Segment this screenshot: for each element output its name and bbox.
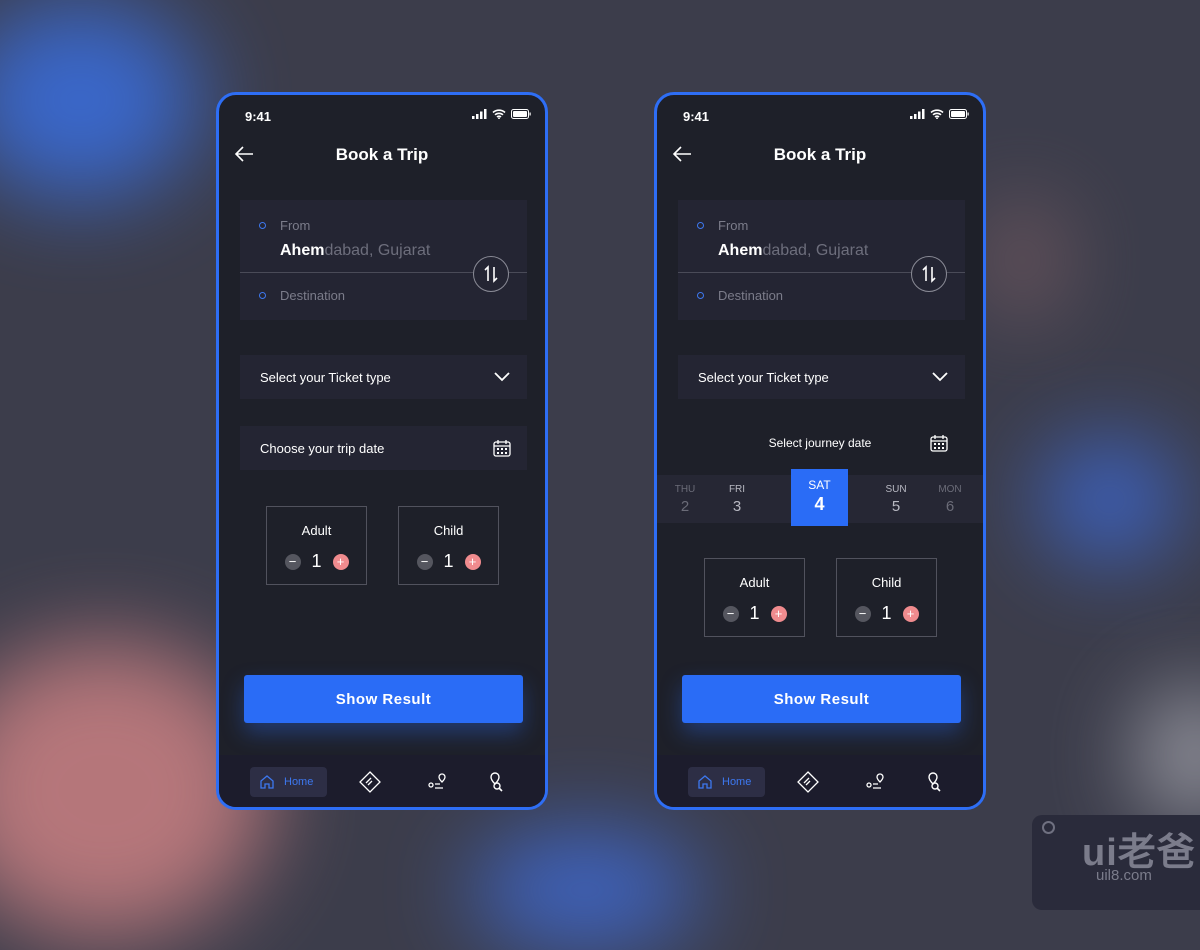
- trip-date-field[interactable]: Choose your trip date: [240, 426, 527, 470]
- chevron-down-icon: [932, 372, 948, 382]
- home-icon: [698, 775, 712, 789]
- wifi-icon: [930, 109, 944, 119]
- from-label: From: [280, 218, 311, 233]
- ticket-type-label: Select your Ticket type: [260, 370, 391, 385]
- from-typed-text: Ahem: [718, 242, 763, 259]
- from-input[interactable]: Ahemdabad, Gujarat: [280, 242, 430, 260]
- status-time: 9:41: [683, 109, 710, 124]
- adult-counter: Adult − 1 +: [266, 506, 367, 585]
- background-blur: [1040, 440, 1180, 560]
- app-header: Book a Trip: [657, 143, 983, 167]
- route-icon[interactable]: [864, 771, 886, 793]
- date-item-sat-selected[interactable]: SAT 4: [791, 469, 848, 526]
- swap-arrows-icon: [484, 265, 498, 283]
- adult-plus-button[interactable]: +: [332, 553, 349, 570]
- show-result-button[interactable]: Show Result: [244, 675, 523, 723]
- adult-label: Adult: [739, 575, 770, 590]
- child-minus-button[interactable]: −: [854, 605, 871, 622]
- child-count: 1: [443, 551, 454, 571]
- wifi-icon: [492, 109, 506, 119]
- from-input[interactable]: Ahemdabad, Gujarat: [718, 242, 868, 260]
- show-result-button[interactable]: Show Result: [682, 675, 961, 723]
- swap-arrows-icon: [922, 265, 936, 283]
- bottom-nav: Home: [219, 755, 545, 807]
- child-plus-button[interactable]: +: [902, 605, 919, 622]
- adult-plus-button[interactable]: +: [770, 605, 787, 622]
- date-item-sun[interactable]: SUN 5: [876, 475, 916, 515]
- adult-count: 1: [311, 551, 322, 571]
- child-counter: Child − 1 +: [398, 506, 499, 585]
- background-blur: [1140, 690, 1200, 820]
- origin-dot-icon: [259, 222, 266, 229]
- date-item-mon[interactable]: MON 6: [930, 475, 970, 515]
- status-time: 9:41: [245, 109, 272, 124]
- ticket-icon[interactable]: [797, 771, 819, 793]
- route-icon[interactable]: [426, 771, 448, 793]
- signal-icon: [472, 109, 487, 119]
- nav-home-label: Home: [284, 776, 314, 788]
- ticket-type-dropdown[interactable]: Select your Ticket type: [240, 355, 527, 399]
- background-blur: [470, 830, 700, 950]
- adult-label: Adult: [301, 523, 332, 538]
- battery-icon: [949, 109, 969, 119]
- watermark: ui老爸 uil8.com: [1032, 815, 1200, 910]
- from-suggested-text: dabad, Gujarat: [762, 242, 869, 259]
- status-bar: 9:41: [683, 109, 969, 125]
- child-plus-button[interactable]: +: [464, 553, 481, 570]
- calendar-icon: [493, 440, 511, 457]
- watermark-hole-icon: [1042, 821, 1055, 834]
- from-typed-text: Ahem: [280, 242, 325, 259]
- calendar-icon[interactable]: [929, 433, 949, 453]
- ticket-type-dropdown[interactable]: Select your Ticket type: [678, 355, 965, 399]
- route-card: From Ahemdabad, Gujarat Destination: [240, 200, 527, 320]
- app-header: Book a Trip: [219, 143, 545, 167]
- ticket-icon[interactable]: [359, 771, 381, 793]
- ticket-type-label: Select your Ticket type: [698, 370, 829, 385]
- destination-input[interactable]: Destination: [280, 288, 345, 303]
- adult-count: 1: [749, 603, 760, 623]
- from-suggested-text: dabad, Gujarat: [324, 242, 431, 259]
- phone-screen-book-trip-date-selected: 9:41 Book a Trip From Ahemdabad, Gujarat…: [654, 92, 986, 810]
- adult-minus-button[interactable]: −: [284, 553, 301, 570]
- swap-button[interactable]: [473, 256, 509, 292]
- trip-date-label: Choose your trip date: [260, 441, 385, 456]
- destination-input[interactable]: Destination: [718, 288, 783, 303]
- nav-home-label: Home: [722, 776, 752, 788]
- swap-button[interactable]: [911, 256, 947, 292]
- battery-icon: [511, 109, 531, 119]
- child-minus-button[interactable]: −: [416, 553, 433, 570]
- origin-dot-icon: [697, 222, 704, 229]
- background-blur: [985, 200, 1060, 320]
- location-search-icon[interactable]: [485, 771, 507, 793]
- destination-dot-icon: [259, 292, 266, 299]
- child-label: Child: [871, 575, 902, 590]
- child-count: 1: [881, 603, 892, 623]
- page-title: Book a Trip: [335, 145, 429, 164]
- from-label: From: [718, 218, 749, 233]
- destination-dot-icon: [697, 292, 704, 299]
- date-item-thu[interactable]: THU 2: [665, 475, 705, 515]
- date-item-fri[interactable]: FRI 3: [717, 475, 757, 515]
- page-title: Book a Trip: [773, 145, 867, 164]
- background-blur: [0, 0, 200, 200]
- watermark-url: uil8.com: [1096, 867, 1152, 884]
- home-icon: [260, 775, 274, 789]
- location-search-icon[interactable]: [923, 771, 945, 793]
- chevron-down-icon: [494, 372, 510, 382]
- route-card: From Ahemdabad, Gujarat Destination: [678, 200, 965, 320]
- adult-minus-button[interactable]: −: [722, 605, 739, 622]
- child-label: Child: [433, 523, 464, 538]
- signal-icon: [910, 109, 925, 119]
- phone-screen-book-trip: 9:41 Book a Trip From Ahemdabad, Gujarat…: [216, 92, 548, 810]
- status-bar: 9:41: [245, 109, 531, 125]
- adult-counter: Adult − 1 +: [704, 558, 805, 637]
- nav-home[interactable]: Home: [688, 767, 765, 797]
- nav-home[interactable]: Home: [250, 767, 327, 797]
- bottom-nav: Home: [657, 755, 983, 807]
- child-counter: Child − 1 +: [836, 558, 937, 637]
